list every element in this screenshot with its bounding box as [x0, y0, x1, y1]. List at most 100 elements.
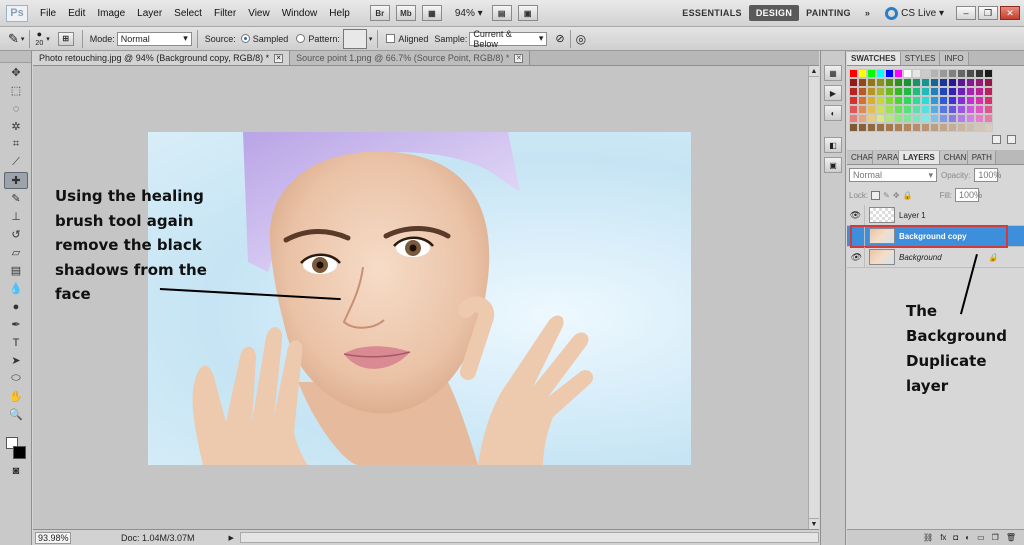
swatch[interactable]: [885, 78, 894, 87]
swatch[interactable]: [975, 96, 984, 105]
sample-select[interactable]: Current & Below ▾: [469, 29, 548, 49]
swatch[interactable]: [948, 123, 957, 132]
type-tool-icon[interactable]: T: [4, 334, 28, 351]
eye-icon[interactable]: 👁: [847, 204, 865, 226]
zoom-level-select[interactable]: 94% ▾: [455, 8, 483, 19]
swatch[interactable]: [912, 96, 921, 105]
swatch[interactable]: [966, 114, 975, 123]
history-panel-icon[interactable]: ▦: [824, 65, 842, 81]
pen-tool-icon[interactable]: ✒: [4, 316, 28, 333]
swatch[interactable]: [939, 87, 948, 96]
view-extras-icon[interactable]: ▦: [421, 5, 442, 21]
swatch[interactable]: [858, 114, 867, 123]
swatch[interactable]: [876, 96, 885, 105]
clone-source-panel-icon[interactable]: ▣: [824, 157, 842, 173]
swatch[interactable]: [894, 87, 903, 96]
aligned-checkbox[interactable]: [386, 34, 396, 43]
healing-brush-tool-icon[interactable]: ✚: [4, 172, 28, 189]
swatch[interactable]: [921, 78, 930, 87]
status-zoom-field[interactable]: 93.98%: [35, 531, 71, 544]
swatch[interactable]: [867, 87, 876, 96]
menu-filter[interactable]: Filter: [208, 8, 242, 19]
swatch[interactable]: [948, 96, 957, 105]
swatch[interactable]: [867, 105, 876, 114]
swatch[interactable]: [876, 78, 885, 87]
menu-layer[interactable]: Layer: [131, 8, 168, 19]
swatch[interactable]: [930, 78, 939, 87]
swatch[interactable]: [921, 96, 930, 105]
menu-help[interactable]: Help: [323, 8, 356, 19]
swatch[interactable]: [966, 87, 975, 96]
lock-image-icon[interactable]: ✎: [883, 191, 890, 200]
menu-view[interactable]: View: [242, 8, 276, 19]
swatch[interactable]: [903, 69, 912, 78]
swatch[interactable]: [885, 123, 894, 132]
tab-swatches[interactable]: SWATCHES: [847, 52, 901, 65]
swatch[interactable]: [858, 87, 867, 96]
status-menu-arrow-icon[interactable]: ▶: [229, 534, 234, 542]
opacity-field[interactable]: 100%: [974, 168, 1001, 182]
tab-layers[interactable]: LAYERS: [899, 151, 940, 164]
swatch[interactable]: [966, 78, 975, 87]
clone-stamp-tool-icon[interactable]: ⊥: [4, 208, 28, 225]
swatch[interactable]: [912, 69, 921, 78]
marquee-tool-icon[interactable]: ⬚: [4, 82, 28, 99]
swatch[interactable]: [858, 69, 867, 78]
swatch[interactable]: [939, 69, 948, 78]
background-color-swatch[interactable]: [13, 446, 26, 459]
launch-bridge-button[interactable]: Br: [369, 5, 390, 21]
swatch[interactable]: [975, 123, 984, 132]
quick-mask-icon[interactable]: ◙: [4, 462, 28, 479]
fill-field[interactable]: 100%: [954, 188, 982, 202]
shape-tool-icon[interactable]: ⬭: [4, 370, 28, 387]
quick-selection-tool-icon[interactable]: ✲: [4, 118, 28, 135]
swatch[interactable]: [921, 105, 930, 114]
ignore-adjustment-layers-icon[interactable]: ⊘: [555, 32, 564, 45]
source-pattern-radio[interactable]: [296, 34, 306, 43]
swatch[interactable]: [948, 69, 957, 78]
swatch[interactable]: [858, 96, 867, 105]
swatch[interactable]: [858, 123, 867, 132]
blend-mode-select[interactable]: Normal ▾: [849, 168, 937, 182]
close-window-button[interactable]: ✕: [1000, 6, 1020, 20]
tab-info[interactable]: INFO: [940, 52, 969, 65]
swatch[interactable]: [849, 114, 858, 123]
menu-edit[interactable]: Edit: [62, 8, 91, 19]
arrange-documents-icon[interactable]: ▤: [491, 5, 512, 21]
swatch[interactable]: [858, 78, 867, 87]
hand-tool-icon[interactable]: ✋: [4, 388, 28, 405]
swatch[interactable]: [984, 69, 993, 78]
swatch[interactable]: [921, 69, 930, 78]
swatch[interactable]: [912, 87, 921, 96]
swatch[interactable]: [912, 114, 921, 123]
menu-select[interactable]: Select: [168, 8, 208, 19]
swatch[interactable]: [867, 123, 876, 132]
tab-paths[interactable]: PATH: [967, 151, 996, 164]
masks-panel-icon[interactable]: ◧: [824, 137, 842, 153]
lasso-tool-icon[interactable]: ◌: [4, 100, 28, 117]
swatch[interactable]: [885, 87, 894, 96]
layer-style-icon[interactable]: fx: [940, 533, 946, 542]
eyedropper-tool-icon[interactable]: ⟋: [4, 154, 28, 171]
swatch[interactable]: [858, 105, 867, 114]
brush-tool-icon[interactable]: ✎: [4, 190, 28, 207]
delete-layer-icon[interactable]: 🗑: [1006, 533, 1016, 542]
gradient-tool-icon[interactable]: ▤: [4, 262, 28, 279]
new-layer-icon[interactable]: ❐: [992, 533, 999, 542]
tab-character[interactable]: CHAR: [847, 151, 873, 164]
horizontal-scrollbar[interactable]: [239, 532, 819, 543]
link-layers-icon[interactable]: ⛓: [923, 533, 933, 542]
swatch[interactable]: [885, 69, 894, 78]
screen-mode-icon[interactable]: ▣: [517, 5, 538, 21]
workspace-design[interactable]: DESIGN: [748, 5, 800, 21]
swatch[interactable]: [975, 114, 984, 123]
swatch[interactable]: [948, 78, 957, 87]
swatch[interactable]: [849, 96, 858, 105]
restore-button[interactable]: ❐: [978, 6, 998, 20]
zoom-tool-icon[interactable]: 🔍: [4, 406, 28, 423]
swatch[interactable]: [849, 87, 858, 96]
tab-channels[interactable]: CHAN: [939, 151, 968, 164]
swatch[interactable]: [885, 96, 894, 105]
swatch[interactable]: [903, 114, 912, 123]
swatch[interactable]: [975, 78, 984, 87]
